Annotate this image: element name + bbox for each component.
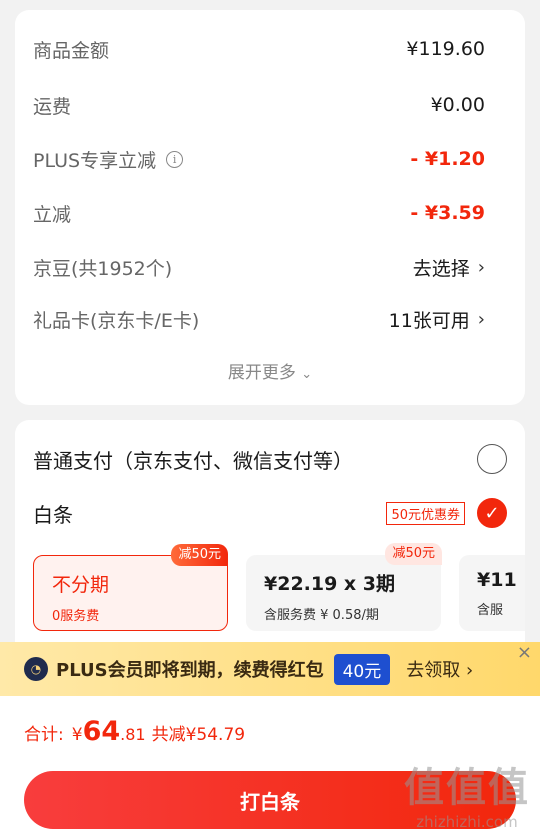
normal-payment-label: 普通支付（京东支付、微信支付等） — [33, 448, 353, 473]
plan-title: ¥22.19 x 3期 — [264, 573, 396, 595]
goods-amount-value: ¥119.60 — [406, 38, 485, 60]
discount-tag: 减50元 — [385, 543, 442, 565]
normal-payment-option[interactable]: 普通支付（京东支付、微信支付等） — [33, 444, 507, 474]
plus-discount-label: PLUS专享立减 — [33, 149, 157, 172]
goods-amount-label: 商品金额 — [33, 39, 110, 62]
installment-plan-3[interactable]: 减50元 ¥22.19 x 3期 含服务费 ¥ 0.58/期 — [246, 543, 442, 631]
chevron-down-icon: ⌄ — [301, 367, 313, 382]
payment-method-card: 普通支付（京东支付、微信支付等） 白条 50元优惠券 ✓ 减50元 不分期 0服… — [15, 420, 525, 660]
plus-badge-icon: ◔ — [24, 657, 48, 681]
shipping-row: 运费 ¥0.00 — [33, 90, 485, 120]
jingdou-label: 京豆(共1952个) — [33, 257, 173, 280]
gift-card-label: 礼品卡(京东卡/E卡) — [33, 309, 200, 332]
gift-card-available[interactable]: 11张可用 — [389, 306, 470, 333]
discount-tag: 减50元 — [171, 544, 228, 566]
expand-more-label: 展开更多 — [227, 363, 296, 383]
red-packet-amount: 40元 — [333, 653, 391, 685]
watermark-mark: 值值值 — [404, 765, 530, 811]
instant-discount-row: 立减 - ¥3.59 — [33, 198, 485, 228]
close-icon[interactable]: × — [517, 642, 532, 663]
watermark-logo: 值值值 zhizhizhi.com — [404, 755, 530, 831]
plus-discount-value: - ¥1.20 — [410, 148, 485, 170]
total-saved: 共减¥54.79 — [151, 725, 246, 745]
chevron-right-icon: › — [477, 256, 485, 278]
shipping-value: ¥0.00 — [430, 94, 485, 116]
plan-fee: 含服务费 ¥ 0.58/期 — [264, 608, 379, 623]
info-icon[interactable]: i — [166, 150, 184, 168]
jingdou-row[interactable]: 京豆(共1952个) 去选择 › — [33, 252, 485, 282]
price-summary-card: 商品金额 ¥119.60 运费 ¥0.00 PLUS专享立减 i - ¥1.20… — [15, 10, 525, 405]
checkout-footer: 合计: ¥ 64 .81 共减¥54.79 打白条 值值值 zhizhizhi.… — [0, 696, 540, 835]
order-total: 合计: ¥ 64 .81 共减¥54.79 — [24, 716, 245, 747]
baitiao-label: 白条 — [33, 502, 73, 527]
plan-fee: 0服务费 — [52, 609, 100, 624]
total-decimal: .81 — [120, 725, 146, 744]
total-currency: ¥ — [71, 725, 83, 745]
gift-card-row[interactable]: 礼品卡(京东卡/E卡) 11张可用 › — [33, 304, 485, 334]
baitiao-option[interactable]: 白条 50元优惠券 ✓ — [33, 498, 507, 528]
banner-text: PLUS会员即将到期，续费得红包 — [56, 660, 324, 681]
coupon-badge: 50元优惠券 — [386, 501, 465, 525]
normal-payment-radio[interactable] — [477, 444, 507, 474]
instant-discount-value: - ¥3.59 — [410, 202, 485, 224]
installment-plan-none[interactable]: 减50元 不分期 0服务费 — [33, 544, 228, 631]
expand-more-button[interactable]: 展开更多 ⌄ — [15, 358, 525, 383]
total-integer: 64 — [82, 716, 121, 747]
plan-title: 不分期 — [52, 574, 110, 596]
installment-plan-partial[interactable]: ¥11 含服 — [459, 555, 525, 631]
jingdou-select[interactable]: 去选择 — [413, 254, 470, 281]
total-label: 合计: — [24, 725, 64, 745]
plan-title: ¥11 — [477, 569, 517, 591]
instant-discount-label: 立减 — [33, 203, 72, 226]
shipping-label: 运费 — [33, 95, 72, 118]
goods-amount-row: 商品金额 ¥119.60 — [33, 34, 485, 64]
baitiao-radio-checked[interactable]: ✓ — [477, 498, 507, 528]
chevron-right-icon: › — [477, 308, 485, 330]
plan-fee: 含服 — [477, 603, 504, 618]
plus-renewal-banner[interactable]: ◔ PLUS会员即将到期，续费得红包 40元 去领取 › × — [0, 642, 540, 696]
claim-button[interactable]: 去领取 › — [406, 656, 473, 682]
plus-discount-row: PLUS专享立减 i - ¥1.20 — [33, 144, 485, 174]
watermark-url: zhizhizhi.com — [416, 813, 518, 831]
